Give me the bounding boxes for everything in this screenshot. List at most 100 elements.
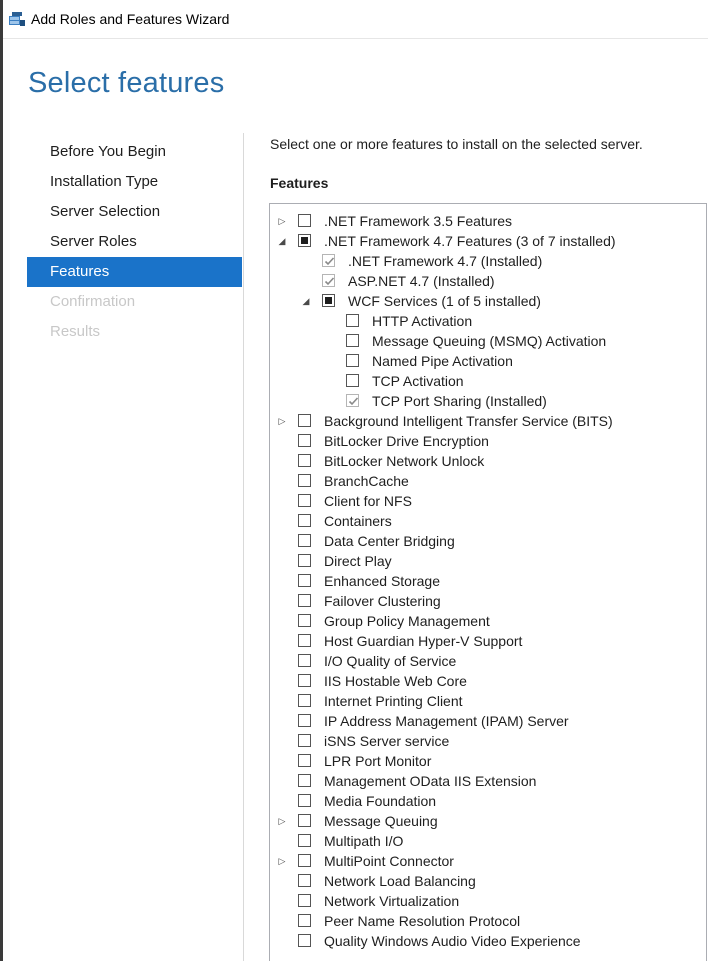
feature-checkbox[interactable] [298, 434, 311, 447]
feature-label: Data Center Bridging [324, 533, 455, 549]
feature-checkbox[interactable] [346, 354, 359, 367]
feature-label: Group Policy Management [324, 613, 490, 629]
feature-label: MultiPoint Connector [324, 853, 454, 869]
feature-checkbox[interactable] [298, 834, 311, 847]
feature-checkbox[interactable] [298, 214, 311, 227]
feature-label: BitLocker Drive Encryption [324, 433, 489, 449]
feature-checkbox[interactable] [298, 894, 311, 907]
feature-checkbox[interactable] [322, 294, 335, 307]
feature-row[interactable]: ▷ MultiPoint Connector [270, 851, 700, 871]
feature-row[interactable]: Containers [270, 511, 700, 531]
nav-item-before-you-begin[interactable]: Before You Begin [27, 137, 242, 167]
feature-checkbox[interactable] [298, 854, 311, 867]
nav-item-results: Results [50, 323, 101, 340]
expand-right-icon[interactable]: ▷ [276, 414, 288, 428]
feature-row[interactable]: Media Foundation [270, 791, 700, 811]
feature-row[interactable]: ◢ .NET Framework 4.7 Features (3 of 7 ins… [270, 231, 700, 251]
feature-checkbox[interactable] [298, 454, 311, 467]
feature-row[interactable]: Multipath I/O [270, 831, 700, 851]
feature-row[interactable]: I/O Quality of Service [270, 651, 700, 671]
feature-row[interactable]: Internet Printing Client [270, 691, 700, 711]
feature-row[interactable]: Client for NFS [270, 491, 700, 511]
feature-checkbox[interactable] [298, 654, 311, 667]
feature-row[interactable]: ◢ WCF Services (1 of 5 installed) [270, 291, 700, 311]
nav-item-server-roles[interactable]: Server Roles [27, 227, 242, 257]
feature-label: Message Queuing (MSMQ) Activation [372, 333, 607, 349]
feature-checkbox[interactable] [298, 474, 311, 487]
expand-right-icon[interactable]: ▷ [276, 814, 288, 828]
feature-row[interactable]: Management OData IIS Extension [270, 771, 700, 791]
feature-checkbox[interactable] [298, 674, 311, 687]
feature-checkbox[interactable] [298, 694, 311, 707]
feature-checkbox[interactable] [298, 874, 311, 887]
feature-row[interactable]: IP Address Management (IPAM) Server [270, 711, 700, 731]
feature-label: Containers [324, 513, 392, 529]
instruction-text: Select one or more features to install o… [270, 136, 643, 152]
feature-row[interactable]: BitLocker Network Unlock [270, 451, 700, 471]
feature-row[interactable]: BranchCache [270, 471, 700, 491]
feature-row[interactable]: LPR Port Monitor [270, 751, 700, 771]
feature-row[interactable]: Failover Clustering [270, 591, 700, 611]
features-tree[interactable]: ▷ .NET Framework 3.5 Features ◢ .NET Framew… [269, 203, 707, 961]
feature-row[interactable]: Peer Name Resolution Protocol [270, 911, 700, 931]
feature-row[interactable]: Host Guardian Hyper-V Support [270, 631, 700, 651]
feature-checkbox[interactable] [298, 714, 311, 727]
feature-row[interactable]: ▷ .NET Framework 3.5 Features [270, 211, 700, 231]
collapse-down-icon[interactable]: ◢ [300, 294, 312, 308]
feature-row[interactable]: Data Center Bridging [270, 531, 700, 551]
feature-row[interactable]: Network Virtualization [270, 891, 700, 911]
feature-checkbox[interactable] [298, 414, 311, 427]
feature-checkbox[interactable] [346, 314, 359, 327]
feature-checkbox[interactable] [298, 514, 311, 527]
feature-label: BranchCache [324, 473, 409, 489]
feature-row[interactable]: Named Pipe Activation [270, 351, 700, 371]
feature-row[interactable]: Message Queuing (MSMQ) Activation [270, 331, 700, 351]
feature-label: BitLocker Network Unlock [324, 453, 485, 469]
feature-checkbox[interactable] [298, 754, 311, 767]
feature-label: Host Guardian Hyper-V Support [324, 633, 523, 649]
feature-row[interactable]: Group Policy Management [270, 611, 700, 631]
feature-label: TCP Port Sharing (Installed) [372, 393, 547, 409]
feature-row[interactable]: IIS Hostable Web Core [270, 671, 700, 691]
feature-row[interactable]: ▷ Background Intelligent Transfer Service… [270, 411, 700, 431]
expand-right-icon[interactable]: ▷ [276, 854, 288, 868]
feature-checkbox[interactable] [298, 594, 311, 607]
feature-checkbox [322, 274, 335, 287]
expand-right-icon[interactable]: ▷ [276, 214, 288, 228]
feature-checkbox[interactable] [298, 554, 311, 567]
feature-row[interactable]: TCP Activation [270, 371, 700, 391]
feature-checkbox[interactable] [298, 234, 311, 247]
feature-checkbox[interactable] [298, 734, 311, 747]
feature-checkbox[interactable] [298, 774, 311, 787]
feature-checkbox[interactable] [298, 534, 311, 547]
feature-row[interactable]: BitLocker Drive Encryption [270, 431, 700, 451]
feature-checkbox[interactable] [298, 914, 311, 927]
feature-label: .NET Framework 4.7 Features (3 of 7 inst… [324, 233, 616, 249]
feature-checkbox[interactable] [346, 334, 359, 347]
collapse-down-icon[interactable]: ◢ [276, 234, 288, 248]
feature-checkbox[interactable] [298, 934, 311, 947]
feature-checkbox[interactable] [346, 374, 359, 387]
nav-item-server-selection[interactable]: Server Selection [27, 197, 242, 227]
feature-label: IP Address Management (IPAM) Server [324, 713, 569, 729]
feature-row[interactable]: Direct Play [270, 551, 700, 571]
feature-row[interactable]: HTTP Activation [270, 311, 700, 331]
feature-row[interactable]: TCP Port Sharing (Installed) [270, 391, 700, 411]
nav-item-features[interactable]: Features [27, 257, 242, 287]
feature-checkbox[interactable] [298, 614, 311, 627]
feature-row[interactable]: .NET Framework 4.7 (Installed) [270, 251, 700, 271]
feature-row[interactable]: iSNS Server service [270, 731, 700, 751]
feature-checkbox[interactable] [298, 574, 311, 587]
feature-label: TCP Activation [372, 373, 464, 389]
nav-item-installation-type[interactable]: Installation Type [27, 167, 242, 197]
feature-checkbox[interactable] [298, 814, 311, 827]
feature-label: Background Intelligent Transfer Service … [324, 413, 613, 429]
feature-checkbox[interactable] [298, 794, 311, 807]
feature-row[interactable]: Network Load Balancing [270, 871, 700, 891]
feature-row[interactable]: ▷ Message Queuing [270, 811, 700, 831]
feature-checkbox[interactable] [298, 634, 311, 647]
feature-row[interactable]: Enhanced Storage [270, 571, 700, 591]
feature-checkbox[interactable] [298, 494, 311, 507]
feature-row[interactable]: ASP.NET 4.7 (Installed) [270, 271, 700, 291]
feature-row[interactable]: Quality Windows Audio Video Experience [270, 931, 700, 951]
